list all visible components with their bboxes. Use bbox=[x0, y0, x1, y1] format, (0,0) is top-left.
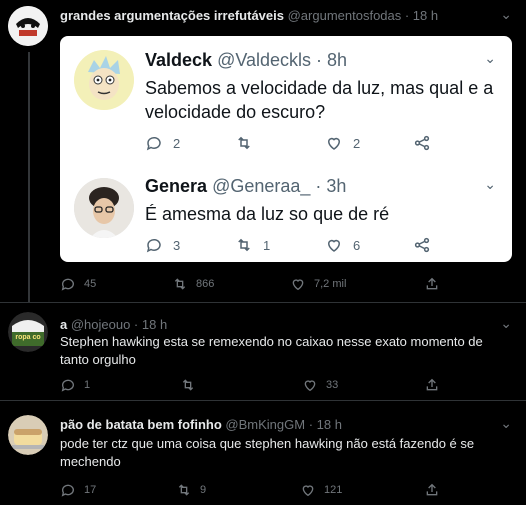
author-name[interactable]: pão de batata bem fofinho bbox=[60, 417, 222, 432]
card-actions: 2 2 bbox=[145, 134, 445, 154]
like-button[interactable]: 7,2 mil bbox=[290, 276, 346, 292]
like-icon bbox=[327, 239, 341, 252]
retweet-button[interactable]: 9 bbox=[176, 482, 206, 498]
tweet-text: pode ter ctz que uma coisa que stephen h… bbox=[60, 436, 475, 469]
card-author: Genera @Generaa_ · 3h bbox=[145, 176, 346, 197]
avatar[interactable] bbox=[8, 415, 48, 455]
retweet-icon bbox=[178, 484, 190, 496]
share-icon bbox=[414, 237, 430, 253]
retweet-count: 866 bbox=[196, 278, 215, 290]
avatar-caption: ropa co bbox=[15, 334, 40, 341]
more-icon: ⌄ bbox=[484, 50, 496, 66]
reply-count: 2 bbox=[173, 135, 181, 151]
tweet-header: grandes argumentações irrefutáveis @argu… bbox=[60, 8, 438, 23]
like-icon bbox=[302, 485, 314, 497]
like-count: 33 bbox=[326, 379, 339, 391]
main-tweet[interactable]: grandes argumentações irrefutáveis @argu… bbox=[0, 0, 526, 300]
card-like: 6 bbox=[325, 236, 360, 254]
like-count: 6 bbox=[353, 237, 361, 253]
more-icon[interactable]: ⌄ bbox=[500, 415, 512, 432]
share-icon bbox=[426, 483, 438, 496]
author-handle[interactable]: @BmKingGM · 18 h bbox=[225, 417, 342, 432]
retweet-button[interactable] bbox=[180, 377, 204, 393]
author-name[interactable]: a bbox=[60, 317, 67, 332]
reply-button[interactable]: 17 bbox=[60, 482, 96, 498]
tweet-actions: 17 9 121 bbox=[60, 482, 450, 500]
avatar bbox=[74, 50, 134, 110]
author-handle[interactable]: @argumentosfodas · 18 h bbox=[288, 8, 439, 23]
avatar bbox=[74, 178, 134, 238]
card-author-name: Valdeck bbox=[145, 50, 213, 70]
tweet-actions: 1 33 bbox=[60, 377, 450, 395]
card-actions: 3 1 6 bbox=[145, 236, 445, 256]
card-author-handle: @Generaa_ · 3h bbox=[212, 176, 347, 196]
reply-icon bbox=[61, 484, 74, 497]
card-retweet: 1 bbox=[235, 236, 270, 254]
card-reply: 2 bbox=[145, 134, 180, 152]
card-author: Valdeck @Valdeckls · 8h bbox=[145, 50, 347, 71]
tweet-header: a @hojeouo · 18 h bbox=[60, 317, 167, 332]
like-count: 121 bbox=[324, 484, 343, 496]
share-button[interactable] bbox=[424, 377, 440, 393]
reply-tweet[interactable]: pão de batata bem fofinho @BmKingGM · 18… bbox=[0, 401, 526, 505]
like-icon bbox=[327, 137, 341, 150]
card-tweet-text: Sabemos a velocidade da luz, mas qual e … bbox=[145, 78, 494, 122]
tweet-actions: 45 866 7,2 mil bbox=[60, 276, 450, 294]
like-icon bbox=[292, 279, 304, 291]
card-share bbox=[413, 134, 431, 152]
card-retweet bbox=[235, 134, 263, 152]
author-handle[interactable]: @hojeouo · 18 h bbox=[71, 317, 167, 332]
reply-button[interactable]: 45 bbox=[60, 276, 96, 292]
reply-icon bbox=[61, 379, 74, 392]
reply-icon bbox=[146, 238, 161, 253]
reply-count: 3 bbox=[173, 237, 181, 253]
share-icon bbox=[426, 378, 438, 391]
retweet-icon bbox=[238, 238, 250, 252]
reply-count: 17 bbox=[84, 484, 97, 496]
card-tweet: Valdeck @Valdeckls · 8h ⌄ Sabemos a velo… bbox=[60, 36, 512, 166]
reply-count: 1 bbox=[84, 379, 91, 391]
card-share bbox=[413, 236, 431, 254]
retweet-icon bbox=[174, 278, 186, 290]
like-button[interactable]: 121 bbox=[300, 482, 342, 498]
more-icon: ⌄ bbox=[484, 176, 496, 192]
author-name[interactable]: grandes argumentações irrefutáveis bbox=[60, 8, 284, 23]
share-icon bbox=[426, 277, 438, 290]
more-icon[interactable]: ⌄ bbox=[500, 315, 512, 332]
share-icon bbox=[414, 135, 430, 151]
card-author-handle: @Valdeckls · 8h bbox=[217, 50, 348, 70]
like-count: 2 bbox=[353, 135, 361, 151]
embedded-screenshot: Valdeck @Valdeckls · 8h ⌄ Sabemos a velo… bbox=[60, 36, 512, 262]
reply-tweet[interactable]: ropa co a @hojeouo · 18 h ⌄ Stephen hawk… bbox=[0, 303, 526, 400]
like-icon bbox=[304, 380, 316, 392]
reply-icon bbox=[146, 136, 161, 151]
reply-icon bbox=[61, 278, 74, 291]
reply-button[interactable]: 1 bbox=[60, 377, 90, 393]
avatar[interactable] bbox=[8, 6, 48, 46]
retweet-count: 1 bbox=[263, 237, 271, 253]
card-tweet-text: É amesma da luz so que de ré bbox=[145, 204, 390, 224]
retweet-icon bbox=[238, 136, 250, 150]
card-author-name: Genera bbox=[145, 176, 208, 196]
more-icon[interactable]: ⌄ bbox=[500, 6, 512, 23]
card-reply: 3 bbox=[145, 236, 180, 254]
avatar[interactable]: ropa co bbox=[8, 312, 48, 352]
share-button[interactable] bbox=[424, 482, 440, 498]
like-count: 7,2 mil bbox=[314, 278, 347, 290]
tweet-text: Stephen hawking esta se remexendo no cai… bbox=[60, 334, 483, 367]
tweet-header: pão de batata bem fofinho @BmKingGM · 18… bbox=[60, 417, 342, 432]
share-button[interactable] bbox=[424, 276, 440, 292]
like-button[interactable]: 33 bbox=[302, 377, 338, 393]
retweet-count: 9 bbox=[200, 484, 207, 496]
retweet-icon bbox=[182, 379, 194, 391]
reply-count: 45 bbox=[84, 278, 97, 290]
card-like: 2 bbox=[325, 134, 360, 152]
retweet-button[interactable]: 866 bbox=[172, 276, 214, 292]
